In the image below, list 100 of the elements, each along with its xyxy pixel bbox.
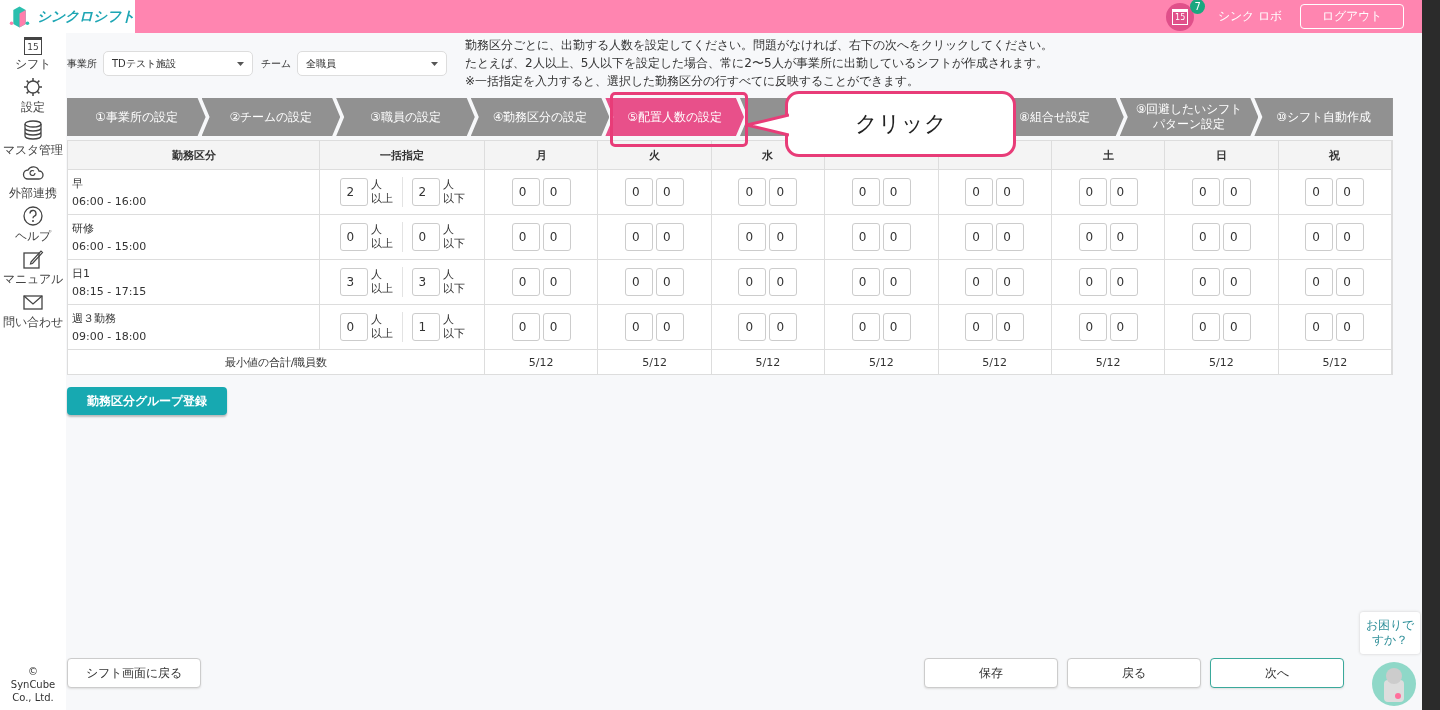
number-field[interactable]: 0 <box>656 178 685 206</box>
shift-type: 研修 06:00 - 15:00 <box>72 221 147 253</box>
sidebar-item[interactable]: 設定 <box>21 76 45 116</box>
number-field[interactable]: 0 <box>1336 268 1365 296</box>
unit-label: 人 <box>370 178 382 192</box>
number-field[interactable]: 0 <box>1222 313 1251 341</box>
number-field[interactable]: 0 <box>738 178 767 206</box>
number-field[interactable]: 0 <box>1078 268 1107 296</box>
number-field[interactable]: 0 <box>996 223 1025 251</box>
number-field[interactable]: 0 <box>1191 178 1220 206</box>
number-field[interactable]: 0 <box>882 178 911 206</box>
action-button[interactable]: 保存 <box>924 658 1058 688</box>
database-icon <box>22 119 44 141</box>
calendar-button[interactable]: 15 <box>1166 2 1195 31</box>
number-field[interactable]: 3 <box>339 268 368 296</box>
number-field[interactable]: 0 <box>656 313 685 341</box>
number-field[interactable]: 0 <box>1078 178 1107 206</box>
number-field[interactable]: 0 <box>882 313 911 341</box>
number-field[interactable]: 0 <box>851 223 880 251</box>
number-field[interactable]: 0 <box>1222 178 1251 206</box>
number-field[interactable]: 0 <box>625 178 654 206</box>
number-field[interactable]: 0 <box>1078 223 1107 251</box>
number-field[interactable]: 0 <box>1191 268 1220 296</box>
number-field[interactable]: 0 <box>1222 223 1251 251</box>
number-field[interactable]: 0 <box>511 223 540 251</box>
number-field[interactable]: 0 <box>738 223 767 251</box>
number-field[interactable]: 0 <box>965 178 994 206</box>
number-field[interactable]: 0 <box>769 313 798 341</box>
number-field[interactable]: 0 <box>656 223 685 251</box>
number-field[interactable]: 0 <box>1191 313 1220 341</box>
wizard-step[interactable]: ⑤配置人数の設定 <box>605 98 744 136</box>
action-button[interactable]: 戻る <box>1067 658 1201 688</box>
number-field[interactable]: 0 <box>996 313 1025 341</box>
number-field[interactable]: 0 <box>851 268 880 296</box>
number-field[interactable]: 0 <box>738 268 767 296</box>
number-field[interactable]: 0 <box>1078 313 1107 341</box>
number-field[interactable]: 0 <box>769 223 798 251</box>
unit-label: 人 <box>442 223 454 237</box>
sidebar-item[interactable]: 15 シフト <box>15 37 51 73</box>
number-field[interactable]: 0 <box>996 178 1025 206</box>
number-field[interactable]: 0 <box>1222 268 1251 296</box>
number-field[interactable]: 0 <box>1336 313 1365 341</box>
unit-label: 人 <box>370 268 382 282</box>
number-field[interactable]: 0 <box>411 223 440 251</box>
number-field[interactable]: 0 <box>542 178 571 206</box>
action-button[interactable]: 次へ <box>1210 658 1344 688</box>
number-field[interactable]: 0 <box>851 313 880 341</box>
number-field[interactable]: 0 <box>965 268 994 296</box>
sidebar-item[interactable]: 外部連携 <box>9 162 57 202</box>
number-field[interactable]: 0 <box>1109 223 1138 251</box>
number-field[interactable]: 0 <box>625 313 654 341</box>
number-field[interactable]: 0 <box>625 223 654 251</box>
number-field[interactable]: 0 <box>769 268 798 296</box>
number-field[interactable]: 1 <box>411 313 440 341</box>
number-field[interactable]: 0 <box>1109 178 1138 206</box>
number-field[interactable]: 2 <box>339 178 368 206</box>
number-field[interactable]: 0 <box>1305 313 1334 341</box>
number-field[interactable]: 0 <box>1305 268 1334 296</box>
sidebar-item[interactable]: 問い合わせ <box>3 291 63 331</box>
number-field[interactable]: 0 <box>1109 313 1138 341</box>
number-field[interactable]: 0 <box>738 313 767 341</box>
number-field[interactable]: 0 <box>996 268 1025 296</box>
number-field[interactable]: 0 <box>339 313 368 341</box>
number-field[interactable]: 3 <box>411 268 440 296</box>
scrollbar[interactable] <box>1422 0 1440 710</box>
number-field[interactable]: 0 <box>882 268 911 296</box>
sidebar-item[interactable]: マニュアル <box>3 248 63 288</box>
number-field[interactable]: 0 <box>656 268 685 296</box>
dropdown[interactable]: TDテスト施設 <box>103 51 253 76</box>
back-to-shift-button[interactable]: シフト画面に戻る <box>67 658 201 688</box>
number-field[interactable]: 0 <box>542 268 571 296</box>
number-field[interactable]: 0 <box>882 223 911 251</box>
robot-avatar[interactable] <box>1372 662 1416 706</box>
dropdown[interactable]: 全職員 <box>297 51 447 76</box>
number-field[interactable]: 0 <box>542 313 571 341</box>
number-field[interactable]: 0 <box>1305 178 1334 206</box>
number-field[interactable]: 0 <box>1305 223 1334 251</box>
number-field[interactable]: 0 <box>511 178 540 206</box>
number-field[interactable]: 0 <box>511 268 540 296</box>
number-field[interactable]: 0 <box>542 223 571 251</box>
unit-label: 以上 <box>370 237 393 251</box>
number-field[interactable]: 2 <box>411 178 440 206</box>
number-field[interactable]: 0 <box>1336 223 1365 251</box>
number-field[interactable]: 0 <box>1109 268 1138 296</box>
number-field[interactable]: 0 <box>1191 223 1220 251</box>
number-field[interactable]: 0 <box>511 313 540 341</box>
number-field[interactable]: 0 <box>339 223 368 251</box>
number-field[interactable]: 0 <box>1336 178 1365 206</box>
column-header: 月 <box>485 141 599 170</box>
calendar-icon: 15 <box>24 37 42 55</box>
number-field[interactable]: 0 <box>965 223 994 251</box>
tooltip-pointer <box>745 113 789 137</box>
number-field[interactable]: 0 <box>851 178 880 206</box>
number-field[interactable]: 0 <box>769 178 798 206</box>
unit-label: 以下 <box>442 237 465 251</box>
sidebar-item[interactable]: ヘルプ <box>15 205 51 245</box>
number-field[interactable]: 0 <box>965 313 994 341</box>
number-field[interactable]: 0 <box>625 268 654 296</box>
table-cell: 5/12 <box>485 350 599 374</box>
sidebar-item[interactable]: マスタ管理 <box>3 119 63 159</box>
